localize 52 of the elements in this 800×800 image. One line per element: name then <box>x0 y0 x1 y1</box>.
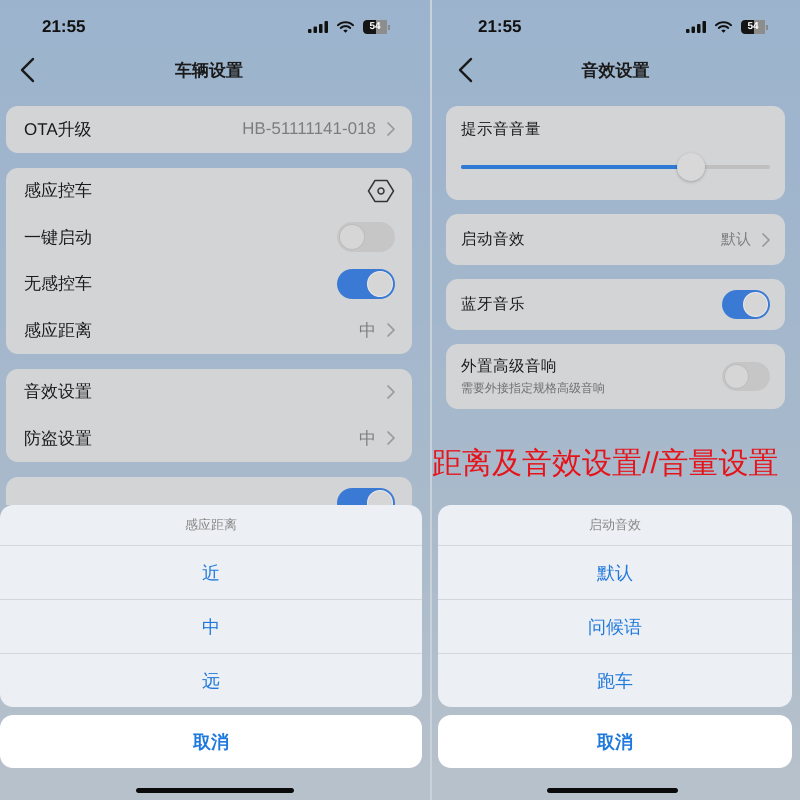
sheet-option[interactable]: 近 <box>0 545 422 599</box>
chevron-icon <box>762 232 770 246</box>
status-time: 21:55 <box>42 17 86 37</box>
row-label: 无感控车 <box>24 273 92 296</box>
row-label: 提示音音量 <box>461 120 541 140</box>
row-label: 外置高级音响 <box>461 357 558 377</box>
row-label: 防盗设置 <box>24 428 92 450</box>
sheet-option[interactable]: 中 <box>0 599 422 653</box>
row-label: 蓝牙音乐 <box>461 295 525 315</box>
sheet-option[interactable]: 默认 <box>438 545 792 599</box>
cancel-button[interactable]: 取消 <box>438 715 792 768</box>
row-description: 需要外接指定规格高级音响 <box>461 380 605 397</box>
signal-icon <box>686 21 706 33</box>
row-label: 感应距离 <box>24 320 92 342</box>
toggle-switch[interactable] <box>722 290 770 319</box>
row-label: 一键启动 <box>24 226 92 249</box>
signal-icon <box>308 21 328 33</box>
slider-track[interactable] <box>461 153 770 181</box>
row-value: 默认 <box>721 230 751 249</box>
chevron-icon <box>387 122 395 136</box>
chevron-icon <box>387 384 395 399</box>
battery-indicator: 54 <box>363 20 390 34</box>
toggle-switch[interactable] <box>337 222 395 252</box>
toggle-switch[interactable] <box>337 488 395 504</box>
row-value: 中 <box>359 428 376 450</box>
sheet-title: 感应距离 <box>185 516 237 534</box>
page-title: 音效设置 <box>582 60 650 82</box>
row-label: 启动音效 <box>461 230 525 250</box>
slider-thumb[interactable] <box>677 153 706 181</box>
cancel-button[interactable]: 取消 <box>0 715 422 768</box>
sheet-title: 启动音效 <box>589 516 641 534</box>
battery-indicator: 54 <box>741 20 768 34</box>
row-value: HB-51111141-018 <box>242 119 376 140</box>
sheet-option[interactable]: 远 <box>0 653 422 707</box>
page-title: 车辆设置 <box>175 60 243 82</box>
toggle-switch[interactable] <box>337 268 395 299</box>
wifi-icon <box>715 21 732 33</box>
caption-text: 距离及音效设置//音量设置 <box>432 446 779 482</box>
hexagon-icon <box>367 178 395 203</box>
wifi-icon <box>337 21 354 33</box>
chevron-icon <box>387 323 395 338</box>
status-time: 21:55 <box>478 17 522 37</box>
row-value: 中 <box>359 320 376 342</box>
row-label: OTA升级 <box>24 118 92 141</box>
back-icon[interactable] <box>458 57 473 83</box>
toggle-switch[interactable] <box>722 362 770 391</box>
sheet-option[interactable]: 问候语 <box>438 599 792 653</box>
chevron-icon <box>387 431 395 446</box>
sheet-option[interactable]: 跑车 <box>438 653 792 707</box>
row-label: 感应控车 <box>24 180 92 202</box>
row-label: 音效设置 <box>24 381 92 404</box>
back-icon[interactable] <box>20 57 35 83</box>
